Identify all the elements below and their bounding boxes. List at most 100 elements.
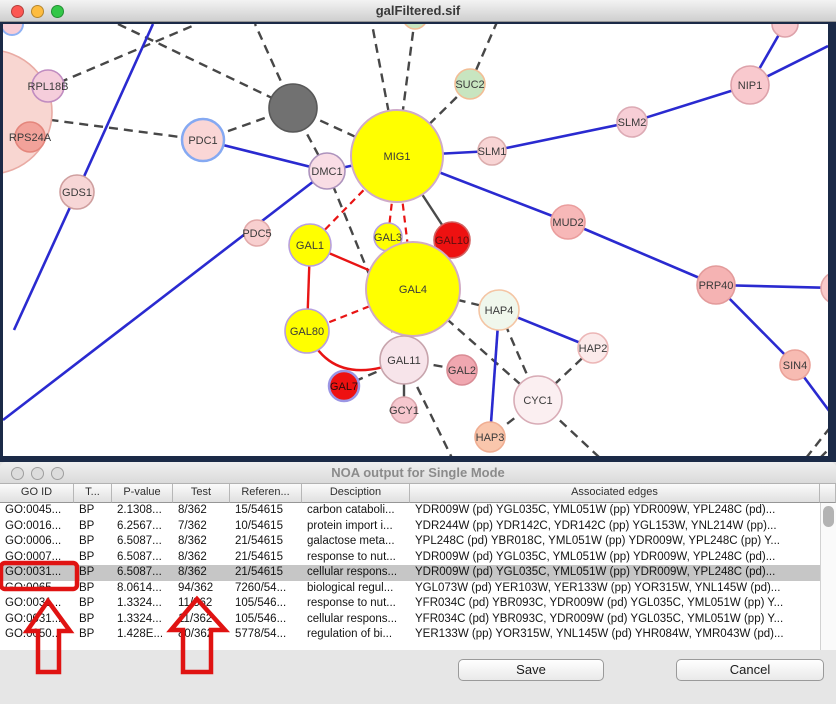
table-cell[interactable]: 7260/54...	[230, 581, 302, 597]
table-row[interactable]: GO:0065...BP8.0614...94/3627260/54...bio…	[0, 581, 820, 597]
network-edge[interactable]	[14, 192, 77, 330]
table-cell[interactable]: BP	[74, 596, 112, 612]
table-cell[interactable]: GO:0031...	[0, 565, 74, 581]
table-cell[interactable]: 1.428E...	[112, 627, 173, 643]
table-cell[interactable]: YFR034C (pd) YBR093C, YDR009W (pd) YGL03…	[410, 612, 820, 628]
table-cell[interactable]: GO:0065...	[0, 581, 74, 597]
table-row[interactable]: GO:0031...BP1.3324...11/362105/546...res…	[0, 596, 820, 612]
table-cell[interactable]: 5778/54...	[230, 627, 302, 643]
table-cell[interactable]: 94/362	[173, 581, 230, 597]
table-cell[interactable]: 8/362	[173, 550, 230, 566]
table-cell[interactable]: YGL073W (pd) YER103W, YER133W (pp) YOR31…	[410, 581, 820, 597]
cancel-button[interactable]: Cancel	[676, 659, 824, 681]
scrollbar-thumb[interactable]	[823, 506, 834, 527]
node-bignode[interactable]	[3, 50, 52, 174]
table-cell[interactable]: 21/54615	[230, 565, 302, 581]
table-cell[interactable]: YDR009W (pd) YGL035C, YML051W (pp) YDR00…	[410, 503, 820, 519]
table-cell[interactable]: BP	[74, 519, 112, 535]
table-cell[interactable]: carbon cataboli...	[302, 503, 410, 519]
table-row[interactable]: GO:0050...BP1.428E...80/3625778/54...reg…	[0, 627, 820, 643]
column-header-Associated edges[interactable]: Associated edges	[410, 484, 820, 503]
table-row[interactable]: GO:0031...BP6.5087...8/36221/54615cellul…	[0, 565, 820, 581]
close-button[interactable]	[11, 467, 24, 480]
zoom-button[interactable]	[51, 5, 64, 18]
table-cell[interactable]: 8/362	[173, 565, 230, 581]
zoom-button[interactable]	[51, 467, 64, 480]
table-cell[interactable]: GO:0016...	[0, 519, 74, 535]
network-edge[interactable]	[492, 122, 632, 151]
table-cell[interactable]: cellular respons...	[302, 612, 410, 628]
table-cell[interactable]: 105/546...	[230, 596, 302, 612]
network-canvas[interactable]: RPL18BRPS24AGDS1PDC1PDC5MIG1SUC2SLM1DMC1…	[3, 24, 828, 456]
table-cell[interactable]: protein import i...	[302, 519, 410, 535]
column-header-Test[interactable]: Test	[173, 484, 230, 503]
table-row[interactable]: GO:0007...BP6.5087...8/36221/54615respon…	[0, 550, 820, 566]
table-row[interactable]: GO:0031...BP1.3324...11/362105/546...cel…	[0, 612, 820, 628]
table-cell[interactable]: 11/362	[173, 596, 230, 612]
node-topright[interactable]	[772, 24, 798, 37]
table-cell[interactable]: 6.5087...	[112, 565, 173, 581]
network-edge[interactable]	[77, 24, 153, 192]
table-cell[interactable]: BP	[74, 627, 112, 643]
network-edge[interactable]	[806, 420, 828, 456]
table-cell[interactable]: 80/362	[173, 627, 230, 643]
node-graynode[interactable]	[269, 84, 317, 132]
minimize-button[interactable]	[31, 467, 44, 480]
table-cell[interactable]: 1.3324...	[112, 612, 173, 628]
vertical-scrollbar[interactable]	[820, 503, 836, 650]
column-header-P-value[interactable]: P-value	[112, 484, 173, 503]
table-cell[interactable]: GO:0006...	[0, 534, 74, 550]
table-cell[interactable]: cellular respons...	[302, 565, 410, 581]
table-cell[interactable]: 2.1308...	[112, 503, 173, 519]
node-greenpartial[interactable]	[403, 24, 427, 29]
table-cell[interactable]: regulation of bi...	[302, 627, 410, 643]
table-cell[interactable]: YDR244W (pp) YDR142C, YDR142C (pp) YGL15…	[410, 519, 820, 535]
table-cell[interactable]: YDR009W (pd) YGL035C, YML051W (pp) YDR00…	[410, 565, 820, 581]
table-cell[interactable]: YDR009W (pd) YGL035C, YML051W (pp) YDR00…	[410, 550, 820, 566]
column-header-corner[interactable]	[820, 484, 836, 503]
table-cell[interactable]: YER133W (pp) YOR315W, YNL145W (pd) YHR08…	[410, 627, 820, 643]
close-button[interactable]	[11, 5, 24, 18]
table-cell[interactable]: 1.3324...	[112, 596, 173, 612]
table-row[interactable]: GO:0045...BP2.1308...8/36215/54615carbon…	[0, 503, 820, 519]
column-header-GO ID[interactable]: GO ID	[0, 484, 74, 503]
network-edge[interactable]	[568, 222, 716, 285]
table-cell[interactable]: BP	[74, 534, 112, 550]
table-cell[interactable]: GO:0031...	[0, 612, 74, 628]
column-header-T...[interactable]: T...	[74, 484, 112, 503]
table-cell[interactable]: BP	[74, 550, 112, 566]
table-cell[interactable]: 11/362	[173, 612, 230, 628]
table-cell[interactable]: GO:0007...	[0, 550, 74, 566]
table-row[interactable]: GO:0016...BP6.2567...7/36210/54615protei…	[0, 519, 820, 535]
column-header-Referen...[interactable]: Referen...	[230, 484, 302, 503]
table-cell[interactable]: 8/362	[173, 503, 230, 519]
table-cell[interactable]: GO:0050...	[0, 627, 74, 643]
table-cell[interactable]: 21/54615	[230, 550, 302, 566]
minimize-button[interactable]	[31, 5, 44, 18]
table-cell[interactable]: YFR034C (pd) YBR093C, YDR009W (pd) YGL03…	[410, 596, 820, 612]
table-cell[interactable]: response to nut...	[302, 596, 410, 612]
table-row[interactable]: GO:0006...BP6.5087...8/36221/54615galact…	[0, 534, 820, 550]
network-edge[interactable]	[118, 24, 293, 108]
table-cell[interactable]: 105/546...	[230, 612, 302, 628]
table-cell[interactable]: GO:0031...	[0, 596, 74, 612]
table-cell[interactable]: 10/54615	[230, 519, 302, 535]
table-cell[interactable]: 6.2567...	[112, 519, 173, 535]
table-cell[interactable]: 8.0614...	[112, 581, 173, 597]
table-cell[interactable]: response to nut...	[302, 550, 410, 566]
table-cell[interactable]: YPL248C (pd) YBR018C, YML051W (pp) YDR00…	[410, 534, 820, 550]
table-cell[interactable]: BP	[74, 565, 112, 581]
table-cell[interactable]: 6.5087...	[112, 550, 173, 566]
table-cell[interactable]: 8/362	[173, 534, 230, 550]
table-cell[interactable]: 7/362	[173, 519, 230, 535]
table-cell[interactable]: 15/54615	[230, 503, 302, 519]
table-cell[interactable]: BP	[74, 612, 112, 628]
table-cell[interactable]: 21/54615	[230, 534, 302, 550]
table-cell[interactable]: GO:0045...	[0, 503, 74, 519]
table-cell[interactable]: BP	[74, 581, 112, 597]
table-cell[interactable]: BP	[74, 503, 112, 519]
network-edge[interactable]	[3, 171, 327, 420]
table-cell[interactable]: biological regul...	[302, 581, 410, 597]
table-cell[interactable]: galactose meta...	[302, 534, 410, 550]
save-button[interactable]: Save	[458, 659, 604, 681]
